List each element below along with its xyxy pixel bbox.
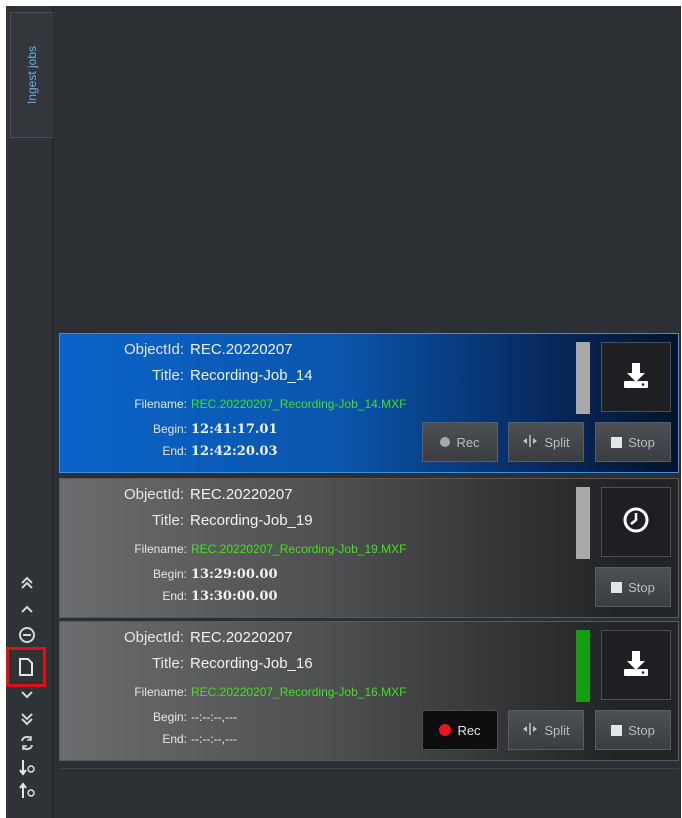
end-row: End: 13:30:00.00: [60, 589, 440, 604]
tab-ingest-jobs[interactable]: Ingest jobs: [10, 12, 53, 138]
filename-label: Filename:: [134, 542, 187, 556]
object-id-row: ObjectId: REC.20220207: [60, 486, 440, 503]
record-dot-icon: [440, 437, 451, 447]
job-card[interactable]: ObjectId: REC.20220207 Title: Recording-…: [59, 621, 679, 761]
rec-button[interactable]: Rec: [422, 710, 498, 750]
end-value: --:--:--,---: [191, 732, 237, 746]
filename-value: REC.20220207_Recording-Job_19.MXF: [191, 542, 407, 556]
end-label: End:: [162, 732, 187, 746]
stop-square-icon: [611, 581, 623, 593]
rec-label: Rec: [456, 434, 480, 450]
sort-down-clock-icon[interactable]: [14, 756, 40, 778]
split-label: Split: [544, 434, 570, 450]
record-dot-icon: [439, 724, 452, 736]
begin-row: Begin: 13:29:00.00: [60, 567, 440, 582]
end-value: 12:42:20.03: [191, 444, 278, 459]
title-row: Title: Recording-Job_16: [60, 655, 440, 672]
begin-label: Begin:: [152, 710, 187, 724]
split-button[interactable]: Split: [508, 422, 584, 462]
download-button[interactable]: [601, 342, 671, 412]
split-icon: [522, 434, 538, 451]
status-indicator: [576, 630, 590, 702]
stop-label: Stop: [628, 579, 655, 595]
stop-button[interactable]: Stop: [595, 567, 671, 607]
object-id-value: REC.20220207: [190, 629, 293, 646]
end-label: End:: [162, 589, 187, 603]
filename-row: Filename: REC.20220207_Recording-Job_19.…: [60, 542, 440, 556]
title-label: Title:: [152, 655, 184, 672]
jobs-list: ObjectId: REC.20220207 Title: Recording-…: [54, 6, 681, 818]
filename-value: REC.20220207_Recording-Job_16.MXF: [191, 685, 407, 699]
title-row: Title: Recording-Job_14: [60, 367, 440, 384]
end-row: End: --:--:--,---: [60, 732, 440, 746]
status-indicator: [576, 342, 590, 414]
stop-square-icon: [611, 724, 623, 736]
ingest-jobs-panel: Ingest jobs ObjectId: REC.20220207 Title…: [6, 6, 681, 818]
stop-label: Stop: [628, 722, 655, 738]
title-value: Recording-Job_16: [190, 655, 313, 672]
rec-button[interactable]: Rec: [422, 422, 498, 462]
filename-value: REC.20220207_Recording-Job_14.MXF: [191, 397, 407, 411]
stop-button[interactable]: Stop: [595, 422, 671, 462]
split-button[interactable]: Split: [508, 710, 584, 750]
filename-row: Filename: REC.20220207_Recording-Job_16.…: [60, 685, 440, 699]
begin-label: Begin:: [152, 422, 187, 436]
object-id-label: ObjectId:: [123, 341, 184, 358]
list-separator: [59, 768, 679, 769]
filename-label: Filename:: [134, 397, 187, 411]
chevron-down-icon[interactable]: [14, 684, 40, 706]
stop-label: Stop: [628, 434, 655, 450]
begin-value: 12:41:17.01: [191, 422, 278, 437]
sort-up-clock-icon[interactable]: [14, 780, 40, 802]
end-row: End: 12:42:20.03: [60, 444, 440, 459]
new-document-icon[interactable]: [6, 647, 46, 687]
download-icon: [621, 648, 651, 683]
double-chevron-down-icon[interactable]: [14, 708, 40, 730]
begin-label: Begin:: [152, 567, 187, 581]
title-value: Recording-Job_14: [190, 367, 313, 384]
end-value: 13:30:00.00: [191, 589, 278, 604]
split-icon: [522, 722, 538, 739]
title-label: Title:: [152, 367, 184, 384]
filename-row: Filename: REC.20220207_Recording-Job_14.…: [60, 397, 440, 411]
clock-icon: [621, 505, 651, 540]
stop-square-icon: [611, 436, 623, 448]
object-id-value: REC.20220207: [190, 486, 293, 503]
begin-row: Begin: --:--:--,---: [60, 710, 440, 724]
title-value: Recording-Job_19: [190, 512, 313, 529]
title-row: Title: Recording-Job_19: [60, 512, 440, 529]
minus-circle-icon[interactable]: [14, 624, 40, 646]
stop-button[interactable]: Stop: [595, 710, 671, 750]
begin-value: 13:29:00.00: [191, 567, 278, 582]
refresh-icon[interactable]: [14, 732, 40, 754]
tab-ingest-jobs-label: Ingest jobs: [25, 45, 39, 105]
double-chevron-up-icon[interactable]: [14, 572, 40, 594]
begin-row: Begin: 12:41:17.01: [60, 422, 440, 437]
filename-label: Filename:: [134, 685, 187, 699]
rec-label: Rec: [457, 722, 481, 738]
status-indicator: [576, 487, 590, 559]
object-id-label: ObjectId:: [123, 486, 184, 503]
object-id-value: REC.20220207: [190, 341, 293, 358]
title-label: Title:: [152, 512, 184, 529]
object-id-row: ObjectId: REC.20220207: [60, 629, 440, 646]
download-button[interactable]: [601, 630, 671, 700]
object-id-label: ObjectId:: [123, 629, 184, 646]
end-label: End:: [162, 444, 187, 458]
sidebar: Ingest jobs: [6, 6, 53, 818]
split-label: Split: [544, 722, 570, 738]
object-id-row: ObjectId: REC.20220207: [60, 341, 440, 358]
job-card[interactable]: ObjectId: REC.20220207 Title: Recording-…: [59, 478, 679, 618]
download-icon: [621, 360, 651, 395]
scheduled-button[interactable]: [601, 487, 671, 557]
begin-value: --:--:--,---: [191, 710, 237, 724]
chevron-up-icon[interactable]: [14, 598, 40, 620]
job-card[interactable]: ObjectId: REC.20220207 Title: Recording-…: [59, 333, 679, 473]
